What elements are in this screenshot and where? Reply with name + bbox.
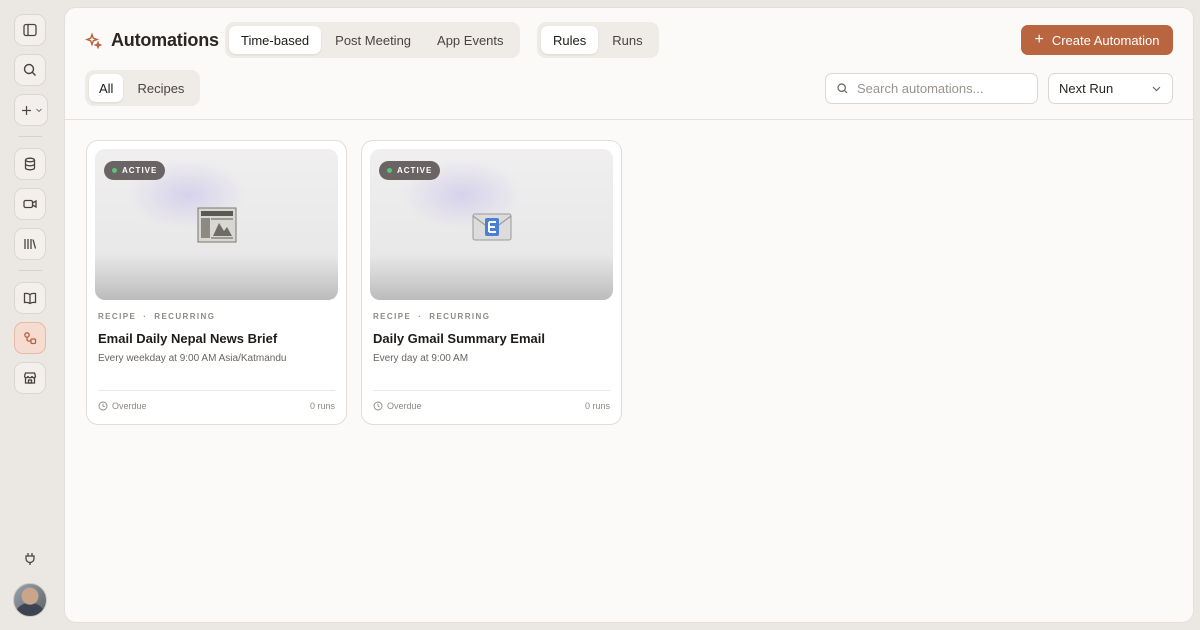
toggle-sidebar-button[interactable] bbox=[14, 14, 46, 46]
search-button[interactable] bbox=[14, 54, 46, 86]
search-icon bbox=[23, 63, 36, 76]
card-type: RECIPE bbox=[98, 312, 137, 321]
user-avatar[interactable] bbox=[13, 583, 47, 617]
plus-icon bbox=[21, 105, 31, 115]
card-divider bbox=[373, 390, 610, 391]
card-footer: Overdue 0 runs bbox=[373, 401, 610, 411]
chip-recipes[interactable]: Recipes bbox=[125, 74, 196, 102]
card-schedule: Every weekday at 9:00 AM Asia/Katmandu bbox=[98, 353, 287, 364]
sidebar bbox=[0, 0, 62, 630]
card-title: Daily Gmail Summary Email bbox=[373, 331, 545, 346]
meta-separator: · bbox=[143, 312, 148, 321]
sort-select-value: Next Run bbox=[1059, 81, 1114, 96]
envelope-icon bbox=[472, 213, 512, 241]
card-divider bbox=[98, 390, 335, 391]
sidebar-item-meetings[interactable] bbox=[14, 188, 46, 220]
clock-icon bbox=[373, 401, 383, 411]
plug-icon bbox=[25, 553, 35, 565]
run-count: 0 runs bbox=[309, 401, 335, 411]
create-automation-button[interactable]: + Create Automation bbox=[1021, 25, 1173, 55]
sparkle-icon bbox=[85, 31, 103, 49]
status-label: ACTIVE bbox=[122, 166, 158, 175]
card-meta: RECIPE · RECURRING bbox=[373, 312, 490, 321]
chip-all[interactable]: All bbox=[89, 74, 124, 102]
main-panel: Automations Time-based Post Meeting App … bbox=[64, 7, 1194, 623]
newspaper-icon bbox=[197, 207, 237, 243]
store-icon bbox=[23, 372, 37, 384]
status-label: ACTIVE bbox=[397, 166, 433, 175]
tab-app-events[interactable]: App Events bbox=[425, 26, 516, 54]
card-frequency: RECURRING bbox=[154, 312, 216, 321]
create-automation-label: Create Automation bbox=[1051, 32, 1160, 48]
filter-chips: All Recipes bbox=[85, 70, 201, 106]
video-camera-icon bbox=[23, 199, 37, 209]
card-type: RECIPE bbox=[373, 312, 412, 321]
automation-card[interactable]: ACTIVE RECIPE · RECURRING Email Daily Ne… bbox=[86, 140, 347, 425]
chevron-down-icon bbox=[1152, 86, 1161, 92]
run-count: 0 runs bbox=[584, 401, 610, 411]
clock-icon bbox=[98, 401, 108, 411]
status-dot bbox=[112, 168, 117, 173]
sidebar-item-automations[interactable] bbox=[14, 322, 46, 354]
sort-select[interactable]: Next Run bbox=[1048, 73, 1173, 104]
view-tabs: Rules Runs bbox=[537, 22, 659, 58]
automation-icon bbox=[24, 332, 37, 345]
tab-rules[interactable]: Rules bbox=[541, 26, 599, 54]
status-badge: ACTIVE bbox=[104, 161, 166, 180]
search-box bbox=[825, 73, 1038, 104]
status-dot bbox=[387, 168, 392, 173]
status-badge: ACTIVE bbox=[379, 161, 441, 180]
plus-icon: + bbox=[1034, 31, 1044, 48]
tab-runs[interactable]: Runs bbox=[600, 26, 654, 54]
card-title: Email Daily Nepal News Brief bbox=[98, 331, 278, 346]
next-run-status: Overdue bbox=[112, 401, 147, 411]
meta-separator: · bbox=[418, 312, 423, 321]
new-item-button[interactable] bbox=[14, 94, 48, 126]
card-frequency: RECURRING bbox=[429, 312, 491, 321]
chevron-down-icon bbox=[35, 108, 42, 113]
card-thumbnail: ACTIVE bbox=[370, 149, 613, 300]
tab-post-meeting[interactable]: Post Meeting bbox=[323, 26, 423, 54]
page-title: Automations bbox=[111, 30, 219, 50]
search-icon bbox=[837, 83, 848, 94]
tab-time-based[interactable]: Time-based bbox=[229, 26, 322, 54]
sidebar-divider bbox=[18, 136, 42, 137]
sidebar-item-library[interactable] bbox=[14, 228, 46, 260]
integrations-button[interactable] bbox=[14, 543, 46, 575]
header-divider bbox=[65, 119, 1193, 120]
page-header: Automations bbox=[85, 30, 219, 51]
card-schedule: Every day at 9:00 AM bbox=[373, 353, 469, 364]
sidebar-item-docs[interactable] bbox=[14, 282, 46, 314]
library-icon bbox=[24, 239, 37, 249]
sidebar-item-data[interactable] bbox=[14, 148, 46, 180]
sidebar-panel-icon bbox=[23, 23, 37, 37]
trigger-type-tabs: Time-based Post Meeting App Events bbox=[225, 22, 520, 58]
card-thumbnail: ACTIVE bbox=[95, 149, 338, 300]
search-input[interactable] bbox=[857, 81, 1027, 96]
sidebar-divider bbox=[18, 270, 42, 271]
open-book-icon bbox=[23, 292, 37, 305]
card-meta: RECIPE · RECURRING bbox=[98, 312, 215, 321]
database-icon bbox=[24, 157, 36, 171]
sidebar-item-store[interactable] bbox=[14, 362, 46, 394]
next-run-status: Overdue bbox=[387, 401, 422, 411]
automation-card[interactable]: ACTIVE RECIPE · RECURRING Daily Gmail Su… bbox=[361, 140, 622, 425]
card-footer: Overdue 0 runs bbox=[98, 401, 335, 411]
